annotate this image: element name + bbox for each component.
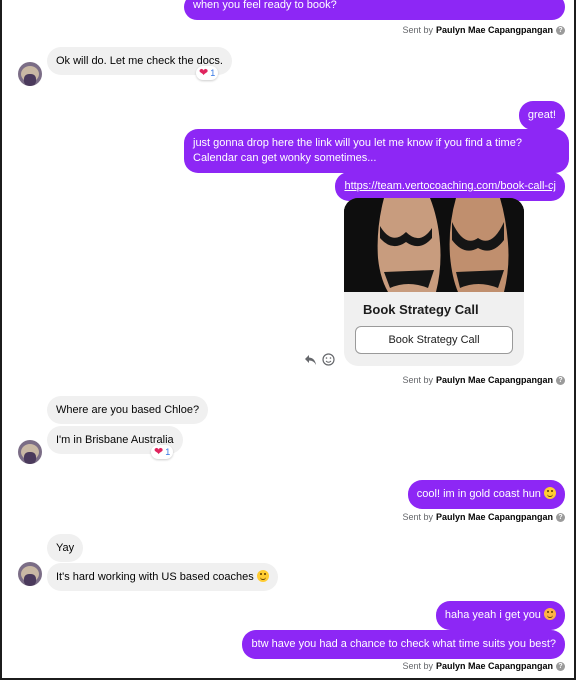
- grinning-emoji-icon: [544, 487, 556, 499]
- sender-name: Paulyn Mae Capangpangan: [435, 512, 553, 522]
- outgoing-message[interactable]: btw have you had a chance to check what …: [242, 630, 565, 659]
- sent-by-label: Sent by Paulyn Mae Capangpangan?: [402, 512, 565, 522]
- reaction-count: 1: [210, 68, 216, 78]
- outgoing-message[interactable]: when you feel ready to book?: [184, 0, 565, 20]
- sent-by-label: Sent by Paulyn Mae Capangpangan?: [402, 25, 565, 35]
- outgoing-link-message[interactable]: https://team.vertocoaching.com/book-call…: [335, 172, 565, 201]
- avatar[interactable]: [18, 62, 42, 86]
- reply-icon[interactable]: [304, 354, 317, 366]
- message-text: Yay: [56, 542, 75, 554]
- heart-reaction[interactable]: ❤ 1: [196, 66, 219, 80]
- incoming-message[interactable]: Where are you based Chloe?: [47, 396, 209, 424]
- incoming-message[interactable]: Yay: [47, 534, 84, 562]
- info-icon[interactable]: ?: [556, 661, 565, 671]
- message-text: just gonna drop here the link will you l…: [193, 137, 522, 164]
- message-actions: [304, 353, 335, 366]
- heart-icon: ❤: [154, 446, 164, 458]
- message-text: It's hard working with US based coaches: [56, 571, 254, 583]
- message-text: Where are you based Chloe?: [56, 404, 200, 416]
- outgoing-message[interactable]: great!: [518, 101, 565, 130]
- message-text: btw have you had a chance to check what …: [251, 638, 556, 650]
- outgoing-message[interactable]: haha yeah i get you: [435, 601, 565, 630]
- message-text: haha yeah i get you: [444, 609, 541, 621]
- sender-name: Paulyn Mae Capangpangan: [435, 661, 553, 671]
- chat-thread: when you feel ready to book? Sent by Paul…: [0, 0, 576, 680]
- sender-name: Paulyn Mae Capangpangan: [435, 375, 553, 385]
- avatar[interactable]: [18, 562, 42, 586]
- card-title: Book Strategy Call: [363, 302, 479, 317]
- reaction-count: 1: [165, 447, 171, 457]
- link-preview-card[interactable]: Book Strategy Call Book Strategy Call: [344, 198, 524, 366]
- message-text: when you feel ready to book?: [193, 0, 337, 11]
- avatar[interactable]: [18, 440, 42, 464]
- sent-by-label: Sent by Paulyn Mae Capangpangan?: [402, 375, 565, 385]
- grinning-emoji-icon: [256, 570, 269, 582]
- sent-by-prefix: Sent by: [402, 661, 433, 671]
- message-text: cool! im in gold coast hun: [416, 488, 541, 500]
- info-icon[interactable]: ?: [556, 512, 565, 522]
- preview-photo: [344, 198, 524, 292]
- incoming-message[interactable]: It's hard working with US based coaches: [47, 563, 278, 591]
- booking-link[interactable]: https://team.vertocoaching.com/book-call…: [344, 180, 556, 192]
- sent-by-prefix: Sent by: [402, 25, 433, 35]
- heart-icon: ❤: [199, 67, 209, 79]
- sent-by-label: Sent by Paulyn Mae Capangpangan?: [402, 661, 565, 671]
- heart-reaction[interactable]: ❤ 1: [151, 445, 174, 459]
- outgoing-message[interactable]: cool! im in gold coast hun: [407, 480, 565, 509]
- sent-by-prefix: Sent by: [402, 375, 433, 385]
- message-text: Ok will do. Let me check the docs.: [56, 55, 223, 67]
- message-text: great!: [527, 109, 556, 121]
- sent-by-prefix: Sent by: [402, 512, 433, 522]
- sender-name: Paulyn Mae Capangpangan: [435, 25, 553, 35]
- info-icon[interactable]: ?: [556, 25, 565, 35]
- outgoing-message[interactable]: just gonna drop here the link will you l…: [184, 129, 569, 173]
- smiley-icon[interactable]: [322, 353, 335, 366]
- book-strategy-call-button[interactable]: Book Strategy Call: [355, 326, 513, 354]
- smiling-emoji-icon: [544, 608, 556, 620]
- info-icon[interactable]: ?: [556, 375, 565, 385]
- preview-image: [344, 198, 524, 292]
